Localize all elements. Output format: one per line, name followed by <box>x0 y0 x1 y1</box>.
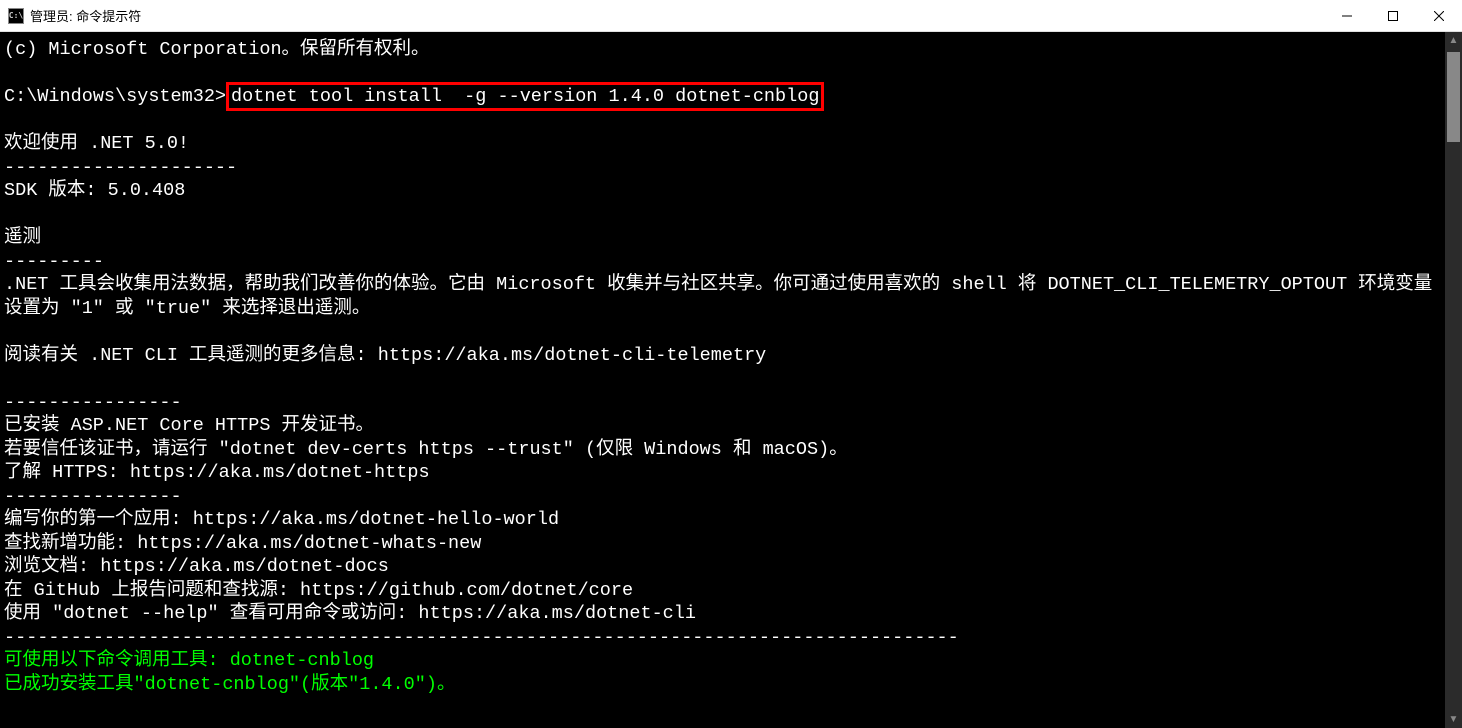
terminal-line: 编写你的第一个应用: https://aka.ms/dotnet-hello-w… <box>4 508 1441 532</box>
window-controls <box>1324 0 1462 32</box>
terminal-line <box>4 320 1441 344</box>
window-title: 管理员: 命令提示符 <box>30 6 1324 25</box>
terminal-line: --------------------- <box>4 156 1441 180</box>
scrollbar-thumb[interactable] <box>1447 52 1460 142</box>
terminal-wrapper: (c) Microsoft Corporation。保留所有权利。 C:\Win… <box>0 32 1462 728</box>
terminal-line <box>4 109 1441 133</box>
terminal-line: 了解 HTTPS: https://aka.ms/dotnet-https <box>4 461 1441 485</box>
terminal-line: 在 GitHub 上报告问题和查找源: https://github.com/d… <box>4 579 1441 603</box>
terminal-line: 已安装 ASP.NET Core HTTPS 开发证书。 <box>4 414 1441 438</box>
terminal-line: 若要信任该证书，请运行 "dotnet dev-certs https --tr… <box>4 438 1441 462</box>
terminal-line: ---------------- <box>4 485 1441 509</box>
terminal-line <box>4 203 1441 227</box>
terminal-line: ----------------------------------------… <box>4 626 1441 650</box>
terminal-line: 可使用以下命令调用工具: dotnet-cnblog <box>4 649 1441 673</box>
terminal-output[interactable]: (c) Microsoft Corporation。保留所有权利。 C:\Win… <box>0 32 1445 728</box>
terminal-line: ---------------- <box>4 391 1441 415</box>
close-button[interactable] <box>1416 0 1462 32</box>
highlighted-command: dotnet tool install -g --version 1.4.0 d… <box>226 82 824 111</box>
scroll-down-icon[interactable]: ▼ <box>1445 711 1462 728</box>
terminal-line: 阅读有关 .NET CLI 工具遥测的更多信息: https://aka.ms/… <box>4 344 1441 368</box>
terminal-line: 遥测 <box>4 226 1441 250</box>
scroll-up-icon[interactable]: ▲ <box>1445 32 1462 49</box>
terminal-line: (c) Microsoft Corporation。保留所有权利。 <box>4 38 1441 62</box>
terminal-line: 查找新增功能: https://aka.ms/dotnet-whats-new <box>4 532 1441 556</box>
maximize-button[interactable] <box>1370 0 1416 32</box>
titlebar: C:\ 管理员: 命令提示符 <box>0 0 1462 32</box>
terminal-line: C:\Windows\system32>dotnet tool install … <box>4 85 1441 109</box>
terminal-line <box>4 367 1441 391</box>
cmd-icon: C:\ <box>8 8 24 24</box>
terminal-line: SDK 版本: 5.0.408 <box>4 179 1441 203</box>
terminal-line: 浏览文档: https://aka.ms/dotnet-docs <box>4 555 1441 579</box>
terminal-line: .NET 工具会收集用法数据，帮助我们改善你的体验。它由 Microsoft 收… <box>4 273 1441 320</box>
terminal-line: 使用 "dotnet --help" 查看可用命令或访问: https://ak… <box>4 602 1441 626</box>
scrollbar[interactable]: ▲ ▼ <box>1445 32 1462 728</box>
prompt-text: C:\Windows\system32> <box>4 86 226 107</box>
terminal-line: 欢迎使用 .NET 5.0! <box>4 132 1441 156</box>
minimize-button[interactable] <box>1324 0 1370 32</box>
terminal-line: --------- <box>4 250 1441 274</box>
terminal-line: 已成功安装工具"dotnet-cnblog"(版本"1.4.0")。 <box>4 673 1441 697</box>
